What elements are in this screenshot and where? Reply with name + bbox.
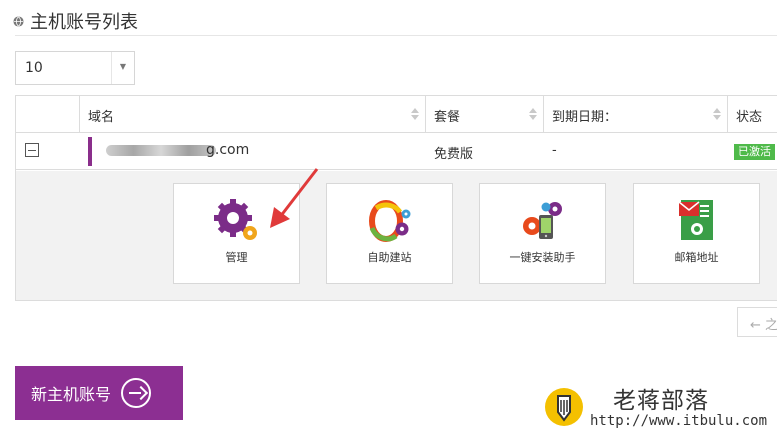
new-account-label: 新主机账号: [31, 385, 112, 404]
header-expand: [16, 96, 80, 133]
sort-icon: [411, 108, 419, 120]
table-row[interactable]: g.com 免费版 - 已激活: [16, 133, 777, 170]
page-title-text: 主机账号列表: [30, 12, 138, 33]
page: 主机账号列表 10 ▼ 域名 套餐 到期日期： 状态 g.com 免费版 - 已…: [0, 0, 777, 431]
email-address-tile[interactable]: 邮箱地址: [633, 183, 760, 284]
status-badge: 已激活: [734, 144, 775, 160]
arrow-right-circle-icon: [121, 378, 152, 408]
pager-prev-label: ← 之: [750, 318, 777, 333]
header-status-label: 状态: [736, 110, 763, 125]
header-status[interactable]: 状态: [728, 96, 777, 133]
globe-icon: [13, 15, 24, 27]
collapse-icon[interactable]: [25, 143, 39, 157]
site-builder-tile[interactable]: 自助建站: [326, 183, 453, 284]
expiry-cell: -: [552, 143, 557, 158]
email-address-icon: [678, 200, 713, 240]
header-expiry-label: 到期日期：: [552, 110, 618, 125]
site-builder-icon: [368, 200, 410, 242]
watermark-url: http://www.itbulu.com: [590, 413, 768, 429]
install-assistant-icon: [522, 202, 562, 239]
page-size-value: 10: [25, 60, 43, 76]
watermark-name: 老蒋部落: [613, 388, 709, 414]
new-account-button[interactable]: 新主机账号: [15, 366, 183, 420]
pager-prev-button[interactable]: ← 之: [737, 307, 777, 337]
watermark: 老蒋部落 http://www.itbulu.com: [545, 381, 777, 431]
install-assistant-label: 一键安装助手: [509, 251, 576, 264]
blurred-domain: [106, 145, 216, 156]
header-expiry[interactable]: 到期日期：: [544, 96, 728, 133]
domain-suffix: g.com: [206, 142, 250, 158]
select-divider: [111, 52, 112, 84]
sort-icon: [713, 108, 721, 120]
email-address-label: 邮箱地址: [674, 251, 719, 264]
chevron-down-icon: ▼: [119, 62, 126, 71]
domain-color-bar: [88, 137, 92, 166]
title-divider: [15, 35, 777, 36]
sort-icon: [529, 108, 537, 120]
manage-gears-icon: [213, 199, 257, 240]
page-size-select[interactable]: 10 ▼: [15, 51, 135, 85]
install-assistant-tile[interactable]: 一键安装助手: [479, 183, 606, 284]
header-domain-label: 域名: [88, 110, 115, 125]
header-plan[interactable]: 套餐: [426, 96, 544, 133]
site-builder-label: 自助建站: [367, 251, 412, 264]
pencil-logo-icon: [545, 388, 583, 426]
annotation-arrow-icon: [270, 168, 319, 228]
actions-panel: 管理 自助建站 一键安装助手 邮箱地址: [16, 171, 777, 301]
manage-label: 管理: [225, 251, 248, 264]
header-plan-label: 套餐: [434, 110, 461, 125]
accounts-table: 域名 套餐 到期日期： 状态 g.com 免费版 - 已激活 管理 自助建站 一…: [15, 95, 777, 301]
page-title: 主机账号列表: [13, 8, 138, 34]
header-domain[interactable]: 域名: [80, 96, 426, 133]
plan-cell: 免费版: [434, 147, 474, 162]
